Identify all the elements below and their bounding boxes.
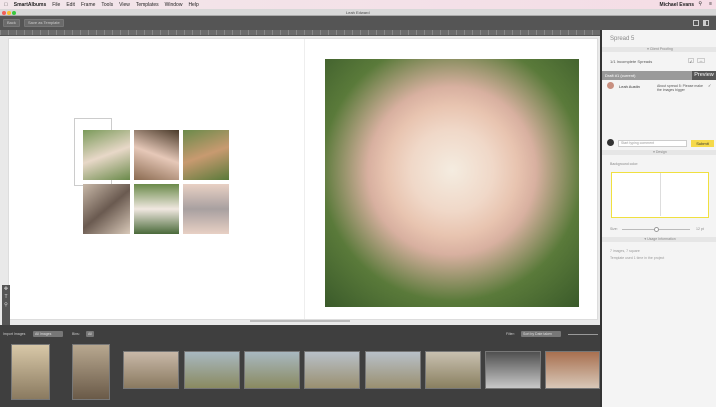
list-icon[interactable]: ≡ xyxy=(709,1,712,7)
comment-text: About spread 5: Please make the images b… xyxy=(657,84,703,92)
thumbnail[interactable] xyxy=(11,344,50,400)
canvas xyxy=(0,36,600,325)
incomplete-spreads: 1/1 Incomplete Spreads xyxy=(610,59,653,64)
spread-title: Spread 5 xyxy=(610,36,635,42)
thumbnail[interactable] xyxy=(244,351,300,389)
bouquet-photo[interactable] xyxy=(325,59,579,307)
filter-select[interactable]: Sort by Date taken xyxy=(521,331,561,337)
client-proofing-header[interactable]: ▾ Client Proofing xyxy=(602,47,716,52)
zoom-button[interactable] xyxy=(12,10,16,15)
usage-information-header[interactable]: ▾ Usage Information xyxy=(602,237,716,242)
pager-arrows[interactable]: ‹ › xyxy=(697,58,705,63)
filter-label: Filter: xyxy=(506,332,515,336)
menu-help[interactable]: Help xyxy=(188,2,198,8)
thumbnail[interactable] xyxy=(545,351,600,389)
menu-file[interactable]: File xyxy=(52,2,60,8)
photo-1[interactable] xyxy=(83,130,130,180)
horizontal-scrollbar[interactable] xyxy=(250,320,350,322)
thumbnail[interactable] xyxy=(72,344,110,400)
menubar:  SmartAlbums File Edit Frame Tools View… xyxy=(0,0,716,9)
thumbnail[interactable] xyxy=(485,351,541,389)
menu-edit[interactable]: Edit xyxy=(66,2,75,8)
import-images-label[interactable]: Import Images xyxy=(3,332,25,336)
photo-5[interactable] xyxy=(134,184,179,234)
spread-page xyxy=(8,38,598,320)
preview-button[interactable]: Preview xyxy=(692,71,716,80)
zoom-tool-icon[interactable]: ⚲ xyxy=(2,301,10,309)
thumbnail[interactable] xyxy=(425,351,481,389)
sidebar-toggle-icon[interactable] xyxy=(703,20,709,26)
minimize-button[interactable] xyxy=(7,10,11,15)
app-menu[interactable]: SmartAlbums xyxy=(14,2,47,8)
spread-fold xyxy=(304,39,305,319)
inspector-panel: Spread 5 ▾ Client Proofing 1/1 Incomplet… xyxy=(600,30,716,407)
back-button[interactable]: Back xyxy=(3,19,20,27)
draft-label: Draft #1 (current) xyxy=(605,73,636,78)
save-as-template-button[interactable]: Save as Template xyxy=(24,19,64,27)
photo-3[interactable] xyxy=(183,130,229,180)
layout-icon[interactable] xyxy=(693,20,699,26)
menu-templates[interactable]: Templates xyxy=(136,2,159,8)
toolbar: Back Save as Template xyxy=(0,16,716,30)
background-color-label: Background color: xyxy=(610,162,639,166)
client-proofing-label: Client Proofing xyxy=(649,47,673,51)
text-tool-icon[interactable]: T xyxy=(2,293,10,301)
photo-4[interactable] xyxy=(83,184,130,234)
bins-select[interactable]: All xyxy=(86,331,94,337)
size-slider[interactable] xyxy=(622,227,690,232)
image-browser: Import Images All Images Bins: All Filte… xyxy=(0,325,600,407)
user-name[interactable]: Michael Evans xyxy=(660,2,694,8)
thumbnail[interactable] xyxy=(365,351,421,389)
thumbnail[interactable] xyxy=(123,351,179,389)
design-header[interactable]: ▾ Design xyxy=(602,150,716,155)
thumbnail-size-slider[interactable] xyxy=(568,334,598,335)
usage-label: Usage Information xyxy=(647,237,676,241)
comment-author: Leah Austin xyxy=(619,84,640,89)
search-icon[interactable]: ⚲ xyxy=(698,1,702,7)
bins-label: Bins: xyxy=(72,332,80,336)
menu-window[interactable]: Window xyxy=(165,2,183,8)
background-color-preview[interactable] xyxy=(611,172,709,218)
usage-line-2: Template used 1 time in the project xyxy=(610,256,665,260)
title-bar: Leah Edward xyxy=(0,9,716,16)
size-value: 12 pt xyxy=(696,227,704,231)
photo-6[interactable] xyxy=(183,184,229,234)
thumbnail[interactable] xyxy=(304,351,360,389)
preview-divider xyxy=(660,173,661,216)
usage-line-1: 7 images, 7 square xyxy=(610,249,640,253)
size-slider-thumb[interactable] xyxy=(654,227,659,232)
thumbnail[interactable] xyxy=(184,351,240,389)
move-tool-icon[interactable]: ✥ xyxy=(2,285,10,293)
check-icon[interactable]: ✓ xyxy=(688,58,694,64)
close-button[interactable] xyxy=(2,10,6,15)
tool-palette: ✥ T ⚲ xyxy=(2,285,10,325)
submit-button[interactable]: Submit xyxy=(691,140,714,147)
comment-input[interactable]: Start typing comment xyxy=(618,140,687,147)
design-label: Design xyxy=(655,150,667,154)
menu-tools[interactable]: Tools xyxy=(101,2,113,8)
window-title: Leah Edward xyxy=(346,10,370,15)
images-select[interactable]: All Images xyxy=(33,331,63,337)
photo-2[interactable] xyxy=(134,130,179,180)
comment-check-icon[interactable]: ✓ xyxy=(708,83,711,88)
commenter-avatar xyxy=(607,82,614,89)
menu-view[interactable]: View xyxy=(119,2,130,8)
size-label: Size: xyxy=(610,227,618,231)
menu-frame[interactable]: Frame xyxy=(81,2,95,8)
user-avatar xyxy=(607,139,614,146)
apple-icon[interactable]:  xyxy=(4,2,8,8)
